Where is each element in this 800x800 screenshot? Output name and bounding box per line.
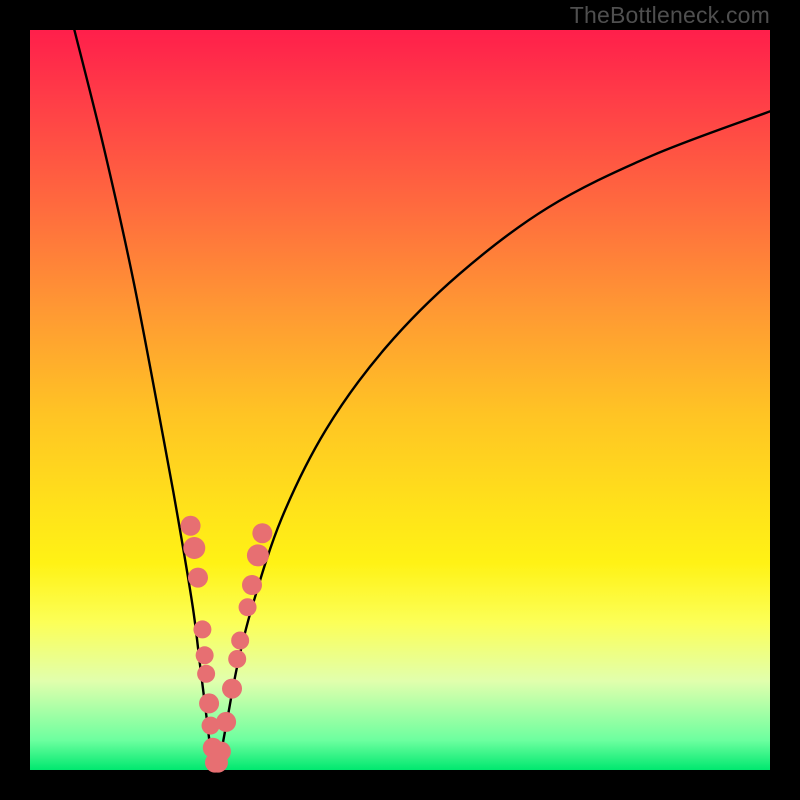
marker-dot [247,544,269,566]
marker-dot [222,679,242,699]
marker-dot [183,537,205,559]
marker-dot [228,650,246,668]
curve-layer [0,0,800,800]
marker-dot [181,516,201,536]
bottleneck-curve [74,30,770,771]
marker-dot [231,632,249,650]
marker-group [181,516,273,773]
marker-dot [199,693,219,713]
marker-dot [197,665,215,683]
marker-dot [252,523,272,543]
marker-dot [239,598,257,616]
marker-dot [216,712,236,732]
marker-dot [242,575,262,595]
marker-dot [211,742,231,762]
marker-dot [188,568,208,588]
chart-frame: TheBottleneck.com [0,0,800,800]
marker-dot [196,646,214,664]
watermark-text: TheBottleneck.com [570,2,770,29]
marker-dot [193,620,211,638]
